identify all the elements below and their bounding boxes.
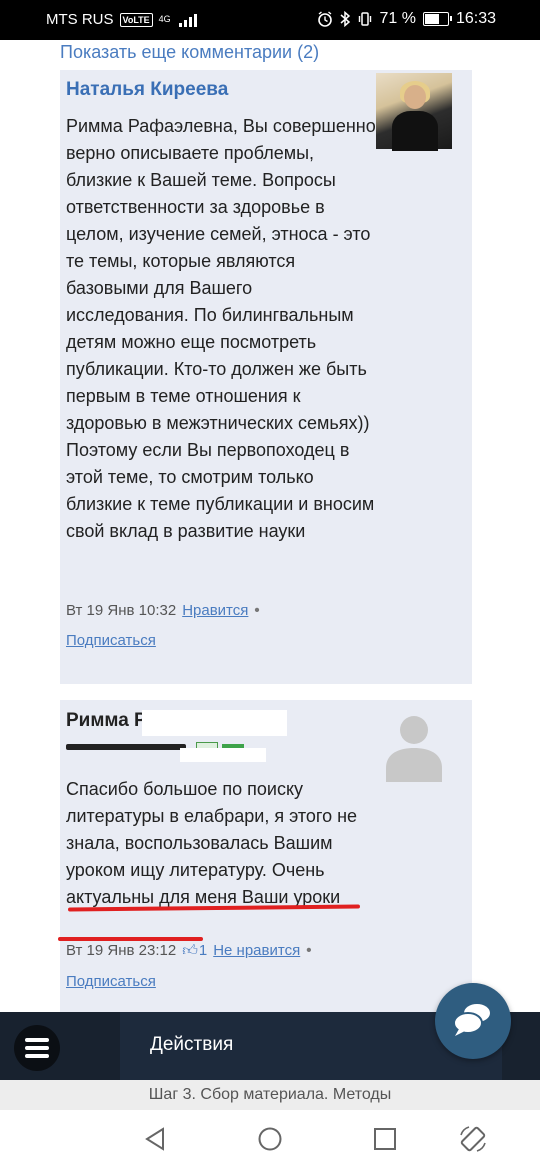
chat-bubble-icon [453,1004,490,1036]
redaction-mask [142,710,287,736]
meta-separator: • [306,942,312,959]
comment-card: Римма Ра Спасибо большое по поиску литер… [58,700,472,1020]
battery-percent: 71 % [379,10,416,27]
author-avatar[interactable] [376,73,452,151]
subscribe-link[interactable]: Подписаться [66,973,156,990]
menu-button[interactable] [0,1012,120,1080]
battery-icon [422,12,452,26]
subscribe-link[interactable]: Подписаться [66,632,156,649]
network-type: 4G [158,14,171,24]
actions-button[interactable]: Действия [150,1034,233,1056]
comment-meta: Вт 19 Янв 10:32 Нравится • [66,602,260,619]
comment-date: Вт 19 Янв 10:32 [66,602,177,619]
step-title: Шаг 3. Сбор материала. Методы [0,1080,540,1110]
comment-text: Спасибо большое по поиску литературы в е… [66,779,358,907]
redaction-mask [180,748,266,762]
comment-card: Наталья Киреева Римма Рафаэлевна, Вы сов… [60,70,472,684]
alarm-icon [318,11,333,27]
circle-home-icon[interactable] [257,1126,283,1152]
triangle-back-icon[interactable] [143,1126,167,1152]
bluetooth-icon [340,11,351,27]
hamburger-icon[interactable] [14,1025,60,1071]
show-more-comments-link[interactable]: Показать еще комментарии (2) [60,42,319,63]
status-right: 71 % 16:33 [317,10,496,28]
meta-separator: • [254,602,260,619]
comment-meta: Вт 19 Янв 23:12 👍︎1 Не нравится • [66,942,311,960]
comment-text: Римма Рафаэлевна, Вы совершенно верно оп… [66,116,376,541]
like-count: 1 [198,942,208,959]
rotate-icon[interactable] [458,1124,488,1154]
hidden-name-fragment [66,744,186,750]
default-avatar-icon[interactable] [376,706,452,782]
thumbs-up-icon[interactable]: 👍︎ [182,942,198,959]
carrier-label: MTS RUS [46,11,114,28]
status-left: MTS RUS VoLTE 4G [46,11,197,28]
clock: 16:33 [455,10,496,27]
signal-icon [178,13,197,27]
status-bar: MTS RUS VoLTE 4G 71 % 16:33 [0,0,540,40]
chat-button[interactable] [435,983,511,1059]
comment-author[interactable]: Наталья Киреева [66,79,228,101]
system-nav-bar [0,1110,540,1170]
comment-date: Вт 19 Янв 23:12 [66,942,177,959]
red-underline-annotation [58,937,203,941]
dislike-link[interactable]: Не нравится [213,942,300,959]
square-recents-icon[interactable] [372,1126,398,1152]
volte-badge: VoLTE [119,12,153,27]
like-link[interactable]: Нравится [182,602,248,619]
vibrate-icon [359,12,372,26]
